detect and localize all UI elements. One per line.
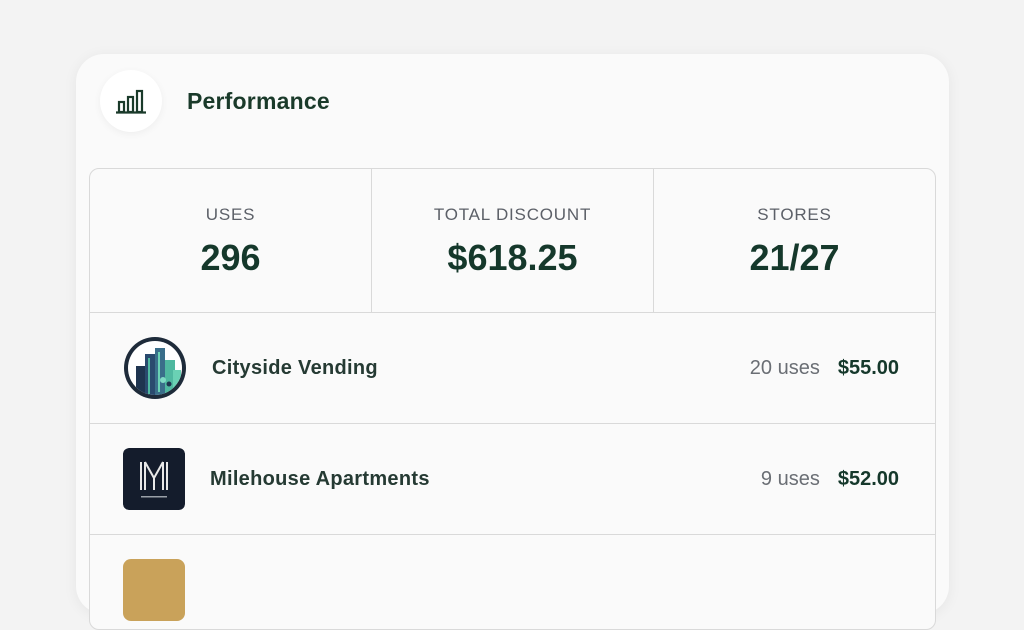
store-uses: 9 uses — [760, 467, 820, 490]
stat-label: TOTAL DISCOUNT — [433, 204, 592, 224]
stat-label: USES — [205, 204, 256, 224]
stat-value: 21/27 — [749, 236, 840, 278]
page-title: Performance — [187, 87, 330, 114]
stat-uses: USES 296 — [90, 169, 372, 312]
cityside-vending-logo — [123, 336, 187, 400]
stat-total-discount: TOTAL DISCOUNT $618.25 — [372, 169, 654, 312]
store-name: Cityside Vending — [212, 356, 378, 379]
performance-card: Performance USES 296 TOTAL DISCOUNT $618… — [76, 54, 949, 630]
stat-stores: STORES 21/27 — [654, 169, 935, 312]
store-logo — [123, 559, 185, 621]
bar-chart-icon — [100, 70, 162, 132]
performance-header: Performance — [100, 70, 330, 132]
performance-panel: USES 296 TOTAL DISCOUNT $618.25 STORES 2… — [89, 168, 936, 630]
store-name: Milehouse Apartments — [210, 467, 430, 490]
stat-value: $618.25 — [447, 236, 578, 278]
store-amount: $55.00 — [837, 356, 899, 379]
stat-label: STORES — [757, 204, 832, 224]
milehouse-apartments-logo — [123, 448, 185, 510]
stats-row: USES 296 TOTAL DISCOUNT $618.25 STORES 2… — [90, 169, 935, 313]
store-row-partial[interactable] — [90, 535, 935, 629]
store-amount: $52.00 — [837, 467, 899, 490]
store-row-milehouse-apartments[interactable]: Milehouse Apartments 9 uses $52.00 — [90, 424, 935, 535]
store-uses: 20 uses — [749, 356, 820, 379]
store-row-cityside-vending[interactable]: Cityside Vending 20 uses $55.00 — [90, 313, 935, 424]
stat-value: 296 — [200, 236, 261, 278]
